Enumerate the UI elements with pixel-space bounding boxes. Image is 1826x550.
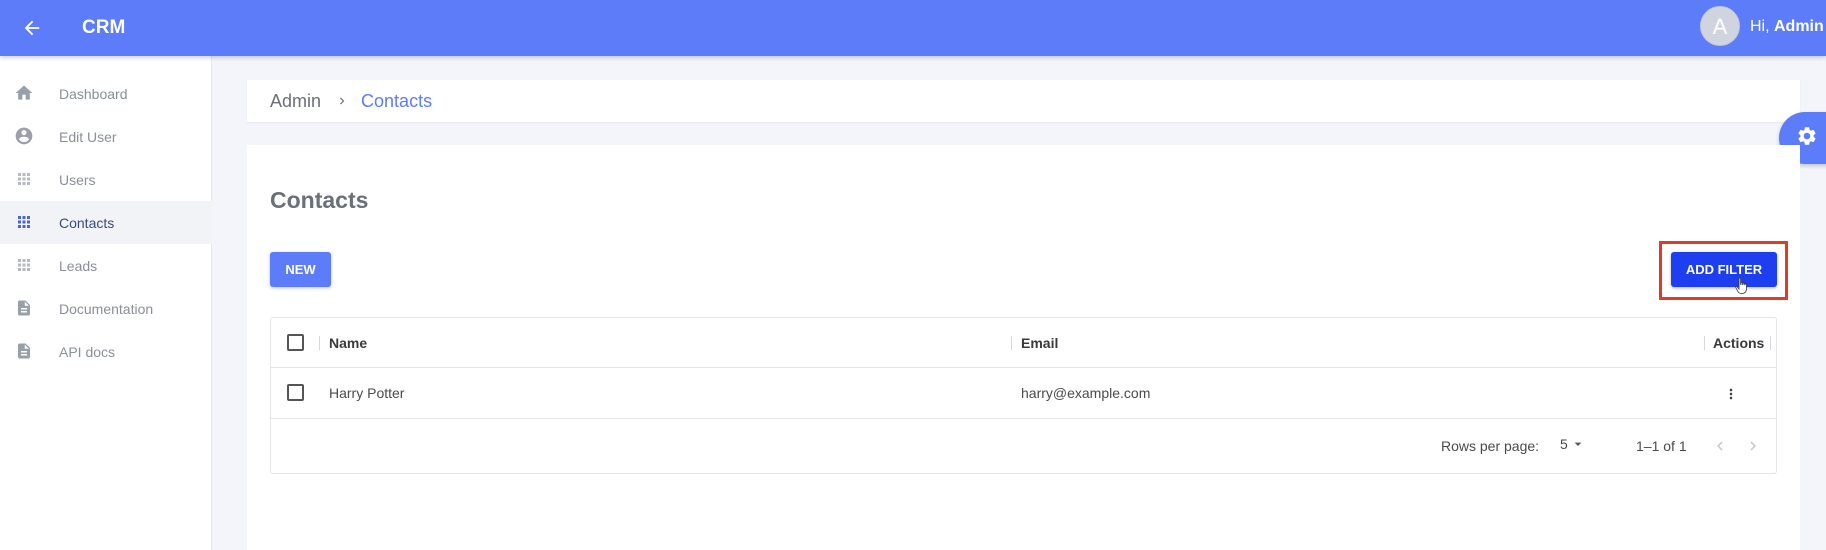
document-icon bbox=[14, 298, 34, 318]
table-row[interactable]: Harry Potter harry@example.com bbox=[271, 368, 1776, 419]
cell-name: Harry Potter bbox=[329, 385, 405, 401]
sidebar-item-leads[interactable]: Leads bbox=[0, 244, 212, 287]
top-app-bar: CRM A Hi, Admin bbox=[0, 0, 1826, 56]
sidebar-item-api-docs[interactable]: API docs bbox=[0, 330, 212, 373]
breadcrumb: Admin Contacts bbox=[247, 80, 1800, 122]
contacts-table: Name Email Actions Harry Potter harry@ex… bbox=[270, 317, 1777, 474]
chevron-left-icon[interactable] bbox=[1708, 434, 1732, 458]
sidebar-item-label: Contacts bbox=[59, 214, 115, 231]
sidebar: Dashboard Edit User Users Contacts Leads… bbox=[0, 56, 212, 550]
sidebar-item-dashboard[interactable]: Dashboard bbox=[0, 72, 212, 115]
page-title: Contacts bbox=[270, 187, 369, 213]
grid-icon bbox=[14, 255, 34, 275]
select-all-checkbox[interactable] bbox=[287, 334, 304, 351]
home-icon bbox=[14, 83, 34, 103]
sidebar-item-label: Edit User bbox=[59, 128, 117, 145]
user-greeting[interactable]: Hi, Admin bbox=[1750, 17, 1824, 37]
app-title: CRM bbox=[82, 17, 126, 38]
chevron-right-icon bbox=[335, 94, 349, 108]
sidebar-item-label: Users bbox=[59, 171, 96, 188]
chevron-right-icon[interactable] bbox=[1741, 434, 1765, 458]
column-separator[interactable] bbox=[319, 336, 320, 350]
column-separator[interactable] bbox=[1704, 336, 1705, 350]
sidebar-item-contacts[interactable]: Contacts bbox=[0, 201, 212, 244]
sidebar-item-documentation[interactable]: Documentation bbox=[0, 287, 212, 330]
sidebar-item-users[interactable]: Users bbox=[0, 158, 212, 201]
table-header-row: Name Email Actions bbox=[271, 318, 1776, 368]
table-pagination: Rows per page: 5 1–1 of 1 bbox=[271, 419, 1776, 473]
avatar[interactable]: A bbox=[1700, 6, 1740, 46]
sidebar-item-label: Dashboard bbox=[59, 85, 128, 102]
greeting-prefix: Hi, bbox=[1750, 18, 1774, 35]
grid-icon bbox=[14, 212, 34, 232]
sidebar-item-label: Documentation bbox=[59, 300, 154, 317]
column-header-email[interactable]: Email bbox=[1021, 335, 1058, 351]
rows-per-page-value: 5 bbox=[1560, 436, 1568, 452]
column-separator[interactable] bbox=[1011, 336, 1012, 350]
rows-per-page-label: Rows per page: bbox=[1441, 438, 1540, 454]
sidebar-item-label: API docs bbox=[59, 343, 116, 360]
breadcrumb-root[interactable]: Admin bbox=[270, 91, 321, 112]
document-icon bbox=[14, 341, 34, 361]
sidebar-item-label: Leads bbox=[59, 257, 98, 274]
pagination-range: 1–1 of 1 bbox=[1636, 438, 1687, 454]
grid-icon bbox=[14, 169, 34, 189]
back-arrow-icon[interactable] bbox=[16, 12, 48, 44]
cell-email: harry@example.com bbox=[1021, 385, 1151, 401]
greeting-username: Admin bbox=[1774, 18, 1824, 35]
rows-per-page-select[interactable]: 5 bbox=[1560, 436, 1586, 452]
column-separator[interactable] bbox=[1770, 336, 1771, 350]
more-vert-icon[interactable] bbox=[1723, 384, 1739, 404]
column-header-name[interactable]: Name bbox=[329, 335, 367, 351]
hand-cursor-icon bbox=[1735, 277, 1749, 300]
account-circle-icon bbox=[14, 126, 34, 146]
sidebar-item-edit-user[interactable]: Edit User bbox=[0, 115, 212, 158]
row-checkbox[interactable] bbox=[287, 384, 304, 401]
breadcrumb-current: Contacts bbox=[361, 90, 433, 111]
add-filter-button[interactable]: ADD FILTER bbox=[1671, 252, 1777, 287]
new-button[interactable]: NEW bbox=[270, 252, 331, 287]
contacts-panel: Contacts NEW ADD FILTER Name Email Actio… bbox=[247, 145, 1800, 550]
column-header-actions: Actions bbox=[1713, 335, 1765, 351]
arrow-drop-down-icon bbox=[1570, 436, 1586, 452]
